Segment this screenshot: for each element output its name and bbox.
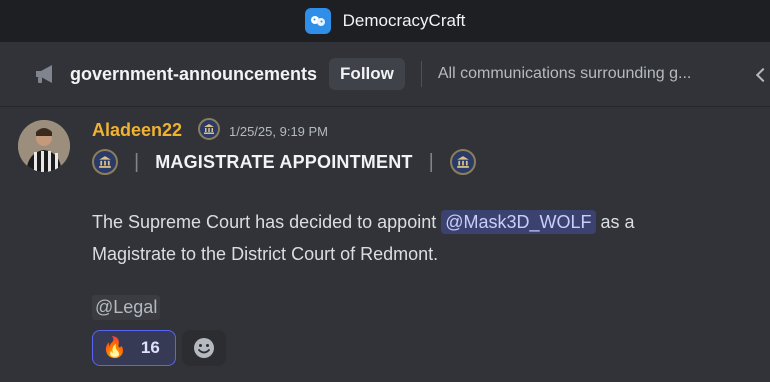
app-title: DemocracyCraft	[342, 11, 466, 30]
reaction-count: 16	[140, 338, 160, 357]
courthouse-emoji-icon[interactable]	[449, 149, 476, 175]
header-divider	[420, 61, 422, 87]
reaction-button[interactable]: 🔥 16	[92, 330, 176, 366]
message-text: as a	[600, 212, 635, 232]
announcement-channel-icon	[34, 63, 58, 85]
message-author[interactable]: Aladeen22	[92, 120, 182, 141]
message-heading: MAGISTRATE APPOINTMENT	[155, 151, 413, 172]
heading-separator: |	[428, 150, 434, 173]
message-text: Magistrate to the District Court of Redm…	[92, 244, 439, 264]
government-role-icon[interactable]	[198, 118, 220, 140]
message-heading-row: | MAGISTRATE APPOINTMENT |	[92, 148, 476, 176]
role-mention[interactable]: @Legal	[92, 295, 161, 320]
add-reaction-button[interactable]	[182, 330, 226, 366]
user-mention[interactable]: @Mask3D_WOLF	[441, 210, 596, 234]
message-text: The Supreme Court has decided to appoint	[92, 212, 437, 232]
window-titlebar: DemocracyCraft	[0, 0, 770, 42]
follow-button[interactable]: Follow	[329, 58, 405, 90]
channel-topic[interactable]: All communications surrounding g...	[438, 65, 691, 83]
heading-separator: |	[134, 150, 140, 173]
fire-emoji-icon: 🔥	[102, 337, 127, 359]
chevron-left-icon[interactable]	[755, 67, 770, 83]
courthouse-emoji-icon[interactable]	[92, 149, 118, 175]
avatar[interactable]	[18, 120, 70, 172]
app-logo-icon	[304, 8, 331, 34]
message-body: The Supreme Court has decided to appoint…	[92, 206, 752, 270]
message-timestamp[interactable]: 1/25/25, 9:19 PM	[229, 124, 328, 139]
smiley-icon	[194, 338, 214, 358]
channel-name[interactable]: government-announcements	[70, 64, 317, 85]
channel-header: government-announcements Follow All comm…	[0, 42, 770, 107]
